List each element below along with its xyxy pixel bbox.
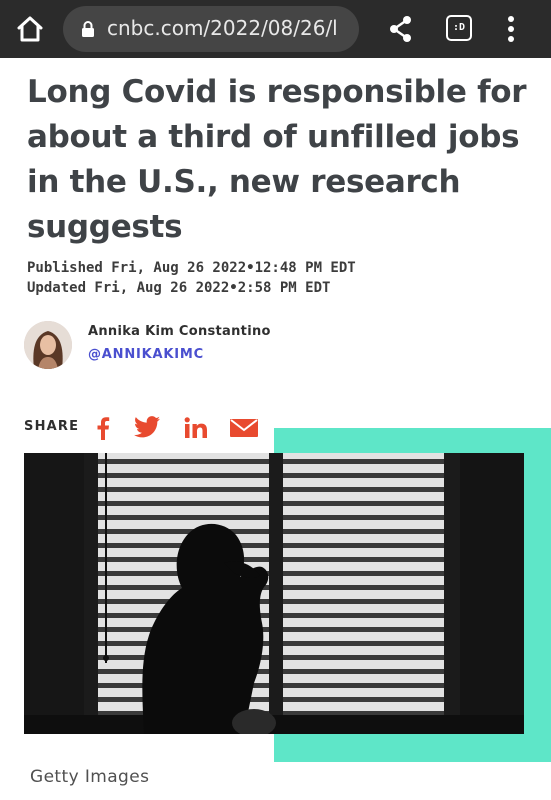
browser-toolbar: cnbc.com/2022/08/26/l :D xyxy=(0,0,551,58)
email-icon[interactable] xyxy=(230,419,258,441)
published-date: Published Fri, Aug 26 2022•12:48 PM EDT xyxy=(27,260,356,276)
updated-date: Updated Fri, Aug 26 2022•2:58 PM EDT xyxy=(27,280,331,296)
author-handle[interactable]: @ANNIKAKIMC xyxy=(88,347,204,362)
address-bar[interactable]: cnbc.com/2022/08/26/l xyxy=(63,6,359,52)
author-name[interactable]: Annika Kim Constantino xyxy=(88,324,271,339)
image-caption: Getty Images xyxy=(30,767,150,787)
article-dates: Published Fri, Aug 26 2022•12:48 PM EDT … xyxy=(27,258,356,298)
facebook-icon[interactable] xyxy=(96,416,110,444)
share-label: SHARE xyxy=(24,419,80,434)
extension-icon[interactable]: :D xyxy=(446,15,472,41)
article-photo[interactable] xyxy=(24,453,524,734)
more-vert-icon[interactable] xyxy=(503,14,519,44)
twitter-icon[interactable] xyxy=(134,416,160,442)
linkedin-icon[interactable] xyxy=(184,417,208,443)
share-icon[interactable] xyxy=(386,14,416,44)
url-text: cnbc.com/2022/08/26/l xyxy=(107,16,338,40)
home-icon[interactable] xyxy=(14,13,46,45)
avatar[interactable] xyxy=(24,321,72,369)
lock-icon xyxy=(79,20,97,38)
article-headline: Long Covid is responsible for about a th… xyxy=(27,74,527,245)
